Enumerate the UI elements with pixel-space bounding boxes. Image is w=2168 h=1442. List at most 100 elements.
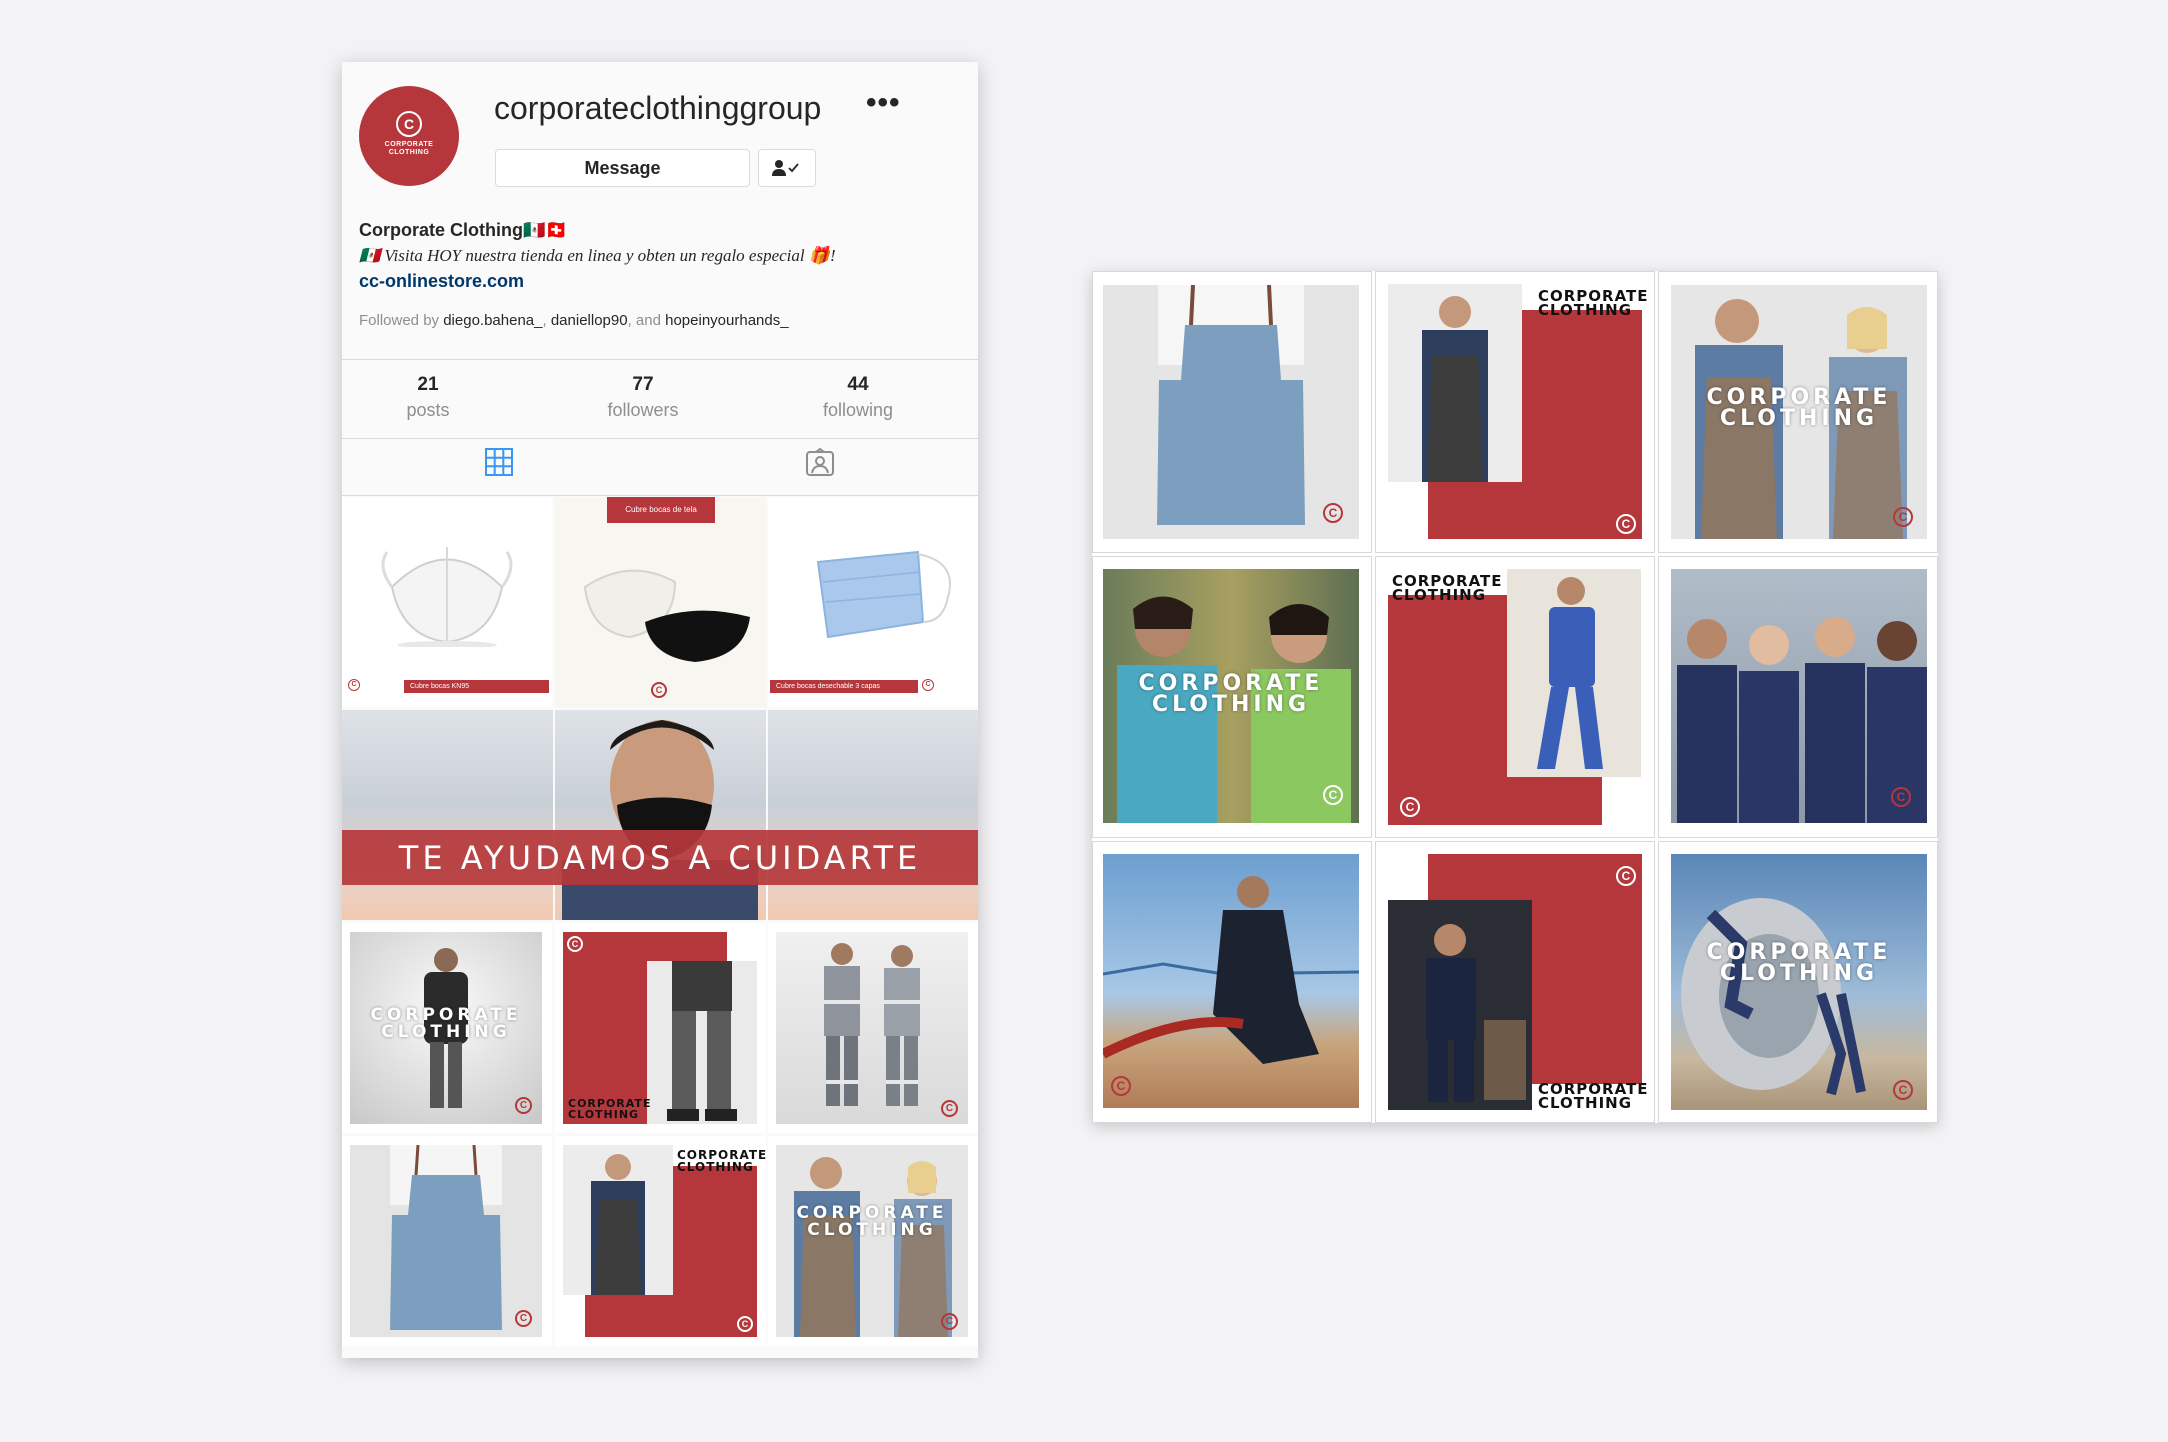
logo-mark: C <box>1323 785 1343 805</box>
brand-text: CORPORATE CLOTHING <box>1538 1080 1649 1112</box>
instagram-profile: C CORPORATE CLOTHING corporateclothinggro… <box>342 62 978 1358</box>
post-grid-preview: C CORPORATE CLOTHING C CORPORATE CLOTHING … <box>1092 271 1938 1123</box>
industrial-photo: C <box>1103 854 1359 1108</box>
divider <box>342 438 978 439</box>
brand-overlay: CORPORATE CLOTHING <box>370 1005 522 1042</box>
avatar[interactable]: C CORPORATE CLOTHING <box>359 86 459 186</box>
post-apron-red-layout[interactable]: CORPORATE CLOTHING C <box>555 1136 766 1346</box>
tagged-icon[interactable] <box>805 447 835 477</box>
scrubs-photo <box>1507 569 1641 777</box>
follower-link[interactable]: daniellop90 <box>551 312 628 329</box>
logo-mark: C <box>1111 1076 1131 1096</box>
post-work-pants[interactable]: C CORPORATE CLOTHING <box>555 923 766 1133</box>
fabric-masks-image <box>583 569 750 662</box>
full-name: Corporate Clothing🇲🇽🇨🇭 <box>359 220 568 240</box>
brand-overlay: CORPORATE CLOTHING <box>1138 671 1324 717</box>
logo-mark: C <box>1891 787 1911 807</box>
website-link[interactable]: cc-onlinestore.com <box>359 271 524 292</box>
logo-mark: C <box>941 1100 958 1117</box>
post-fabric-mask[interactable]: Cubre bocas de tela C <box>555 497 766 707</box>
grid-post-apron-couple[interactable]: CORPORATE CLOTHING C <box>1658 271 1938 553</box>
logo-mark: C <box>737 1316 753 1332</box>
grid-post-denim-apron[interactable]: C <box>1092 271 1372 553</box>
divider <box>766 710 768 920</box>
logo-mark: C <box>1893 1080 1913 1100</box>
follower-link[interactable]: diego.bahena_ <box>443 312 542 329</box>
grid-post-scrubs-red-layout[interactable]: CORPORATE CLOTHING C <box>1375 556 1655 838</box>
workwear-photo: CORPORATE CLOTHING C <box>350 932 542 1124</box>
username: corporateclothinggroup <box>494 90 822 126</box>
warehouse-worker-image <box>1426 924 1526 1102</box>
medical-team-image <box>1677 617 1927 823</box>
logo-mark: C <box>396 111 422 137</box>
man-in-apron-image <box>591 1154 645 1295</box>
logo-mark: C <box>922 679 934 691</box>
post-disposable-mask[interactable]: Cubre bocas desechable 3 capas C <box>768 497 978 707</box>
logo-mark: C <box>651 682 667 698</box>
brand-overlay: CORPORATE CLOTHING <box>1706 940 1892 986</box>
kn95-mask-image <box>381 547 513 647</box>
pants-photo <box>647 961 757 1124</box>
brand-text: CORPORATE CLOTHING <box>568 1097 652 1121</box>
brand-text: CORPORATE CLOTHING <box>677 1148 766 1174</box>
logo-mark: C <box>567 936 583 952</box>
post-kn95-mask[interactable]: C Cubre bocas KN95 <box>342 497 552 707</box>
denim-apron-image <box>390 1145 502 1330</box>
grid-post-medical-staff[interactable]: CORPORATE CLOTHING C <box>1092 556 1372 838</box>
couple-photo: CORPORATE CLOTHING C <box>776 1145 968 1337</box>
two-workers-image <box>824 943 920 1106</box>
brand-text: CORPORATE CLOTHING <box>1392 572 1503 604</box>
couple-aprons-image <box>794 1157 952 1337</box>
logo-mark: C <box>1893 507 1913 527</box>
brand-overlay: CORPORATE CLOTHING <box>1706 385 1892 431</box>
outdoor-photo: CORPORATE CLOTHING C <box>1671 854 1927 1110</box>
apron-photo: C <box>1103 285 1359 539</box>
logo-mark: C <box>1616 514 1636 534</box>
grid-post-warehouse-red-layout[interactable]: C CORPORATE CLOTHING <box>1375 841 1655 1123</box>
following-button[interactable] <box>758 149 816 187</box>
grid-post-apron-red-layout[interactable]: CORPORATE CLOTHING C <box>1375 271 1655 553</box>
logo-mark: C <box>515 1310 532 1327</box>
logo-mark: C <box>941 1313 958 1330</box>
man-in-scrubs-image <box>1537 577 1603 769</box>
logo-mark: C <box>515 1097 532 1114</box>
avatar-brand-text: CORPORATE CLOTHING <box>384 141 434 156</box>
follower-link[interactable]: hopeinyourhands_ <box>665 312 788 329</box>
grid-post-outdoor-workwear[interactable]: CORPORATE CLOTHING C <box>1658 841 1938 1123</box>
caption-banner: Cubre bocas de tela <box>607 497 715 523</box>
more-options-icon[interactable]: ••• <box>866 86 901 120</box>
caption-banner: Cubre bocas desechable 3 capas <box>770 680 918 693</box>
stat-following[interactable]: 44 following <box>788 374 928 421</box>
grid-post-industrial-worker[interactable]: C <box>1092 841 1372 1123</box>
caption-banner: Cubre bocas KN95 <box>404 680 549 693</box>
person-with-mask-image <box>562 720 758 920</box>
person-check-icon <box>772 160 799 176</box>
logo-mark: C <box>1323 503 1343 523</box>
divider <box>342 495 978 496</box>
brand-text: CORPORATE CLOTHING <box>1538 287 1649 319</box>
post-banner-te-ayudamos[interactable]: TE AYUDAMOS A CUIDARTE <box>342 710 978 920</box>
logo-mark: C <box>1400 797 1420 817</box>
stat-posts[interactable]: 21 posts <box>358 374 498 421</box>
post-apron-couple[interactable]: CORPORATE CLOTHING C <box>768 1136 978 1346</box>
followed-by: Followed by diego.bahena_, daniellop90, … <box>359 312 789 329</box>
work-pants-image <box>667 961 737 1121</box>
denim-apron-image <box>1157 285 1305 525</box>
kneeling-worker-image <box>1103 876 1359 1064</box>
couple-photo: CORPORATE CLOTHING C <box>1671 285 1927 539</box>
grid-post-medical-team[interactable]: C <box>1658 556 1938 838</box>
logo-mark: C <box>348 679 360 691</box>
post-reflective-suits[interactable]: C <box>768 923 978 1133</box>
brand-overlay: CORPORATE CLOTHING <box>796 1203 948 1240</box>
message-button[interactable]: Message <box>495 149 750 187</box>
bio: 🇲🇽 Visita HOY nuestra tienda en linea y … <box>359 246 836 265</box>
grid-icon[interactable] <box>484 447 514 477</box>
banner-text: TE AYUDAMOS A CUIDARTE <box>398 839 922 877</box>
reflective-photo: C <box>776 932 968 1124</box>
post-workwear-winter[interactable]: CORPORATE CLOTHING C <box>342 923 552 1133</box>
logo-mark: C <box>1616 866 1636 886</box>
post-denim-apron[interactable]: C <box>342 1136 552 1346</box>
stat-followers[interactable]: 77 followers <box>573 374 713 421</box>
medical-team-photo: C <box>1671 569 1927 823</box>
apron-model-photo <box>1388 284 1522 482</box>
